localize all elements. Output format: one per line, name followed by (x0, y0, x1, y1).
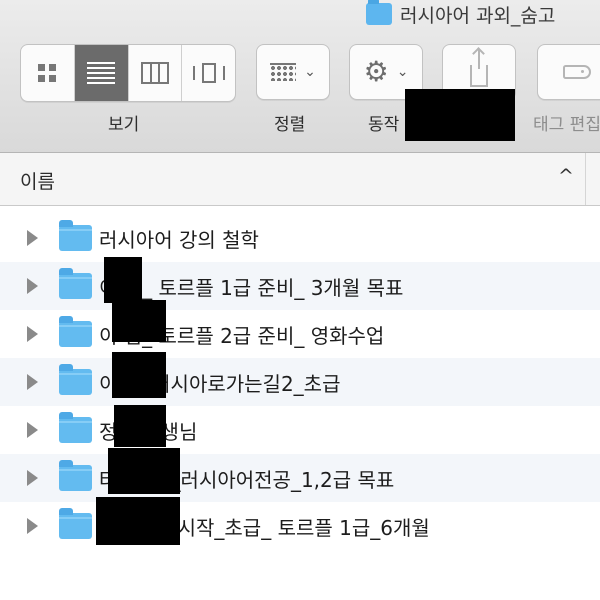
redaction-box (112, 352, 166, 398)
edit-tags-button[interactable] (537, 44, 600, 100)
gear-icon: ⚙ (363, 55, 389, 88)
list-view-button[interactable] (74, 45, 129, 101)
action-label: 동작 (368, 115, 400, 135)
list-item[interactable]: 정 수강생님 (0, 406, 600, 454)
list-item[interactable]: 이 님_러시아로가는길2_초급 (0, 358, 600, 406)
folder-icon (59, 412, 92, 443)
disclosure-triangle-icon[interactable] (27, 470, 38, 486)
window-title-text: 러시아어 과외_숨고 (400, 4, 556, 27)
column-divider[interactable] (585, 153, 586, 205)
view-label: 보기 (108, 115, 140, 135)
window-title: 러시아어 과외_숨고 (366, 0, 555, 28)
redaction-box (405, 89, 515, 141)
redaction-box (112, 300, 166, 342)
list-item[interactable]: 러시아어 강의 철학 (0, 214, 600, 262)
disclosure-triangle-icon[interactable] (27, 518, 38, 534)
chevron-down-icon: ⌄ (396, 64, 409, 80)
redaction-box (104, 257, 142, 303)
list-item[interactable]: 이 님_ 토르플 2급 준비_ 영화수업 (0, 310, 600, 358)
column-view-button[interactable] (129, 45, 183, 101)
list-item[interactable]: 이 님_ 토르플 1급 준비_ 3개월 목표 (0, 262, 600, 310)
disclosure-triangle-icon[interactable] (27, 374, 38, 390)
disclosure-triangle-icon[interactable] (27, 278, 38, 294)
grid-icon (38, 64, 57, 82)
list-header: 이름 ^ (0, 153, 600, 206)
file-name: 러시아어 강의 철학 (99, 227, 259, 252)
share-icon (470, 49, 488, 87)
list-item[interactable]: _6월8일 시작_초급_ 토르플 1급_6개월 (0, 502, 600, 550)
list-icon (87, 62, 116, 84)
folder-icon (59, 316, 92, 347)
name-column-header[interactable]: 이름 (20, 167, 55, 194)
cover-flow-icon (192, 62, 225, 84)
cover-flow-view-button[interactable] (182, 45, 235, 101)
disclosure-triangle-icon[interactable] (27, 326, 38, 342)
columns-icon (140, 62, 169, 84)
folder-icon (59, 460, 92, 491)
list-item[interactable]: 타 _초급_러시아어전공_1,2급 목표 (0, 454, 600, 502)
disclosure-triangle-icon[interactable] (27, 422, 38, 438)
disclosure-triangle-icon[interactable] (27, 230, 38, 246)
icon-view-button[interactable] (21, 45, 75, 101)
arrange-icon (270, 63, 297, 81)
folder-icon (59, 364, 92, 395)
folder-icon (59, 508, 92, 539)
redaction-box (114, 405, 166, 447)
arrange-label: 정렬 (274, 115, 306, 135)
folder-icon (366, 0, 392, 25)
tag-icon (563, 65, 591, 79)
chevron-down-icon: ⌄ (304, 64, 316, 80)
folder-icon (59, 268, 92, 299)
sort-ascending-icon[interactable]: ^ (558, 165, 574, 187)
redaction-box (108, 448, 180, 494)
file-name: 이 님_ 토르플 1급 준비_ 3개월 목표 (99, 275, 404, 300)
arrange-button[interactable]: ⌄ (256, 44, 330, 100)
edit-tags-label: 태그 편집 (533, 115, 600, 135)
redaction-box (96, 497, 180, 545)
folder-icon (59, 220, 92, 251)
view-mode-control (20, 44, 236, 102)
